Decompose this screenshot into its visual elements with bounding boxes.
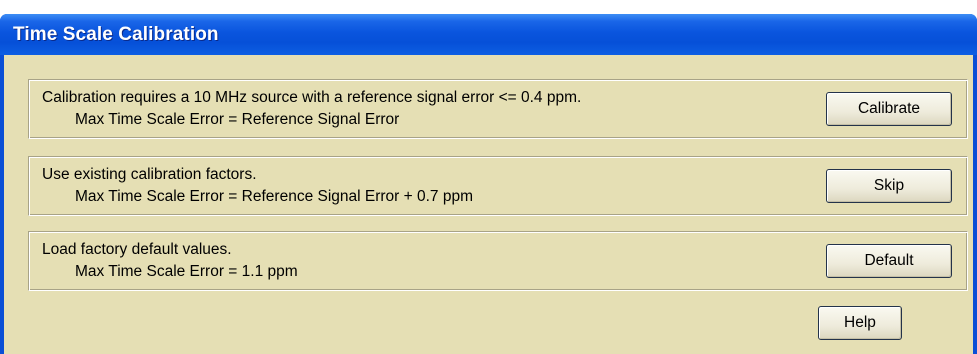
help-button[interactable]: Help bbox=[818, 306, 902, 340]
skip-description: Use existing calibration factors. bbox=[42, 166, 257, 183]
title-bar[interactable]: Time Scale Calibration bbox=[0, 14, 977, 55]
default-option-group: Load factory default values. Max Time Sc… bbox=[28, 231, 968, 291]
calibrate-description: Calibration requires a 10 MHz source wit… bbox=[42, 89, 582, 106]
skip-error-text: Max Time Scale Error = Reference Signal … bbox=[75, 188, 473, 205]
window-title: Time Scale Calibration bbox=[13, 24, 219, 45]
calibrate-option-group: Calibration requires a 10 MHz source wit… bbox=[28, 79, 968, 139]
dialog-body: Calibration requires a 10 MHz source wit… bbox=[4, 55, 973, 354]
calibrate-button[interactable]: Calibrate bbox=[826, 92, 952, 126]
calibrate-error-text: Max Time Scale Error = Reference Signal … bbox=[75, 111, 400, 128]
default-error-text: Max Time Scale Error = 1.1 ppm bbox=[75, 263, 298, 280]
skip-button[interactable]: Skip bbox=[826, 169, 952, 203]
skip-option-group: Use existing calibration factors. Max Ti… bbox=[28, 156, 968, 216]
calibration-dialog: Time Scale Calibration Calibration requi… bbox=[0, 14, 977, 354]
default-description: Load factory default values. bbox=[42, 241, 232, 258]
default-button[interactable]: Default bbox=[826, 244, 952, 278]
